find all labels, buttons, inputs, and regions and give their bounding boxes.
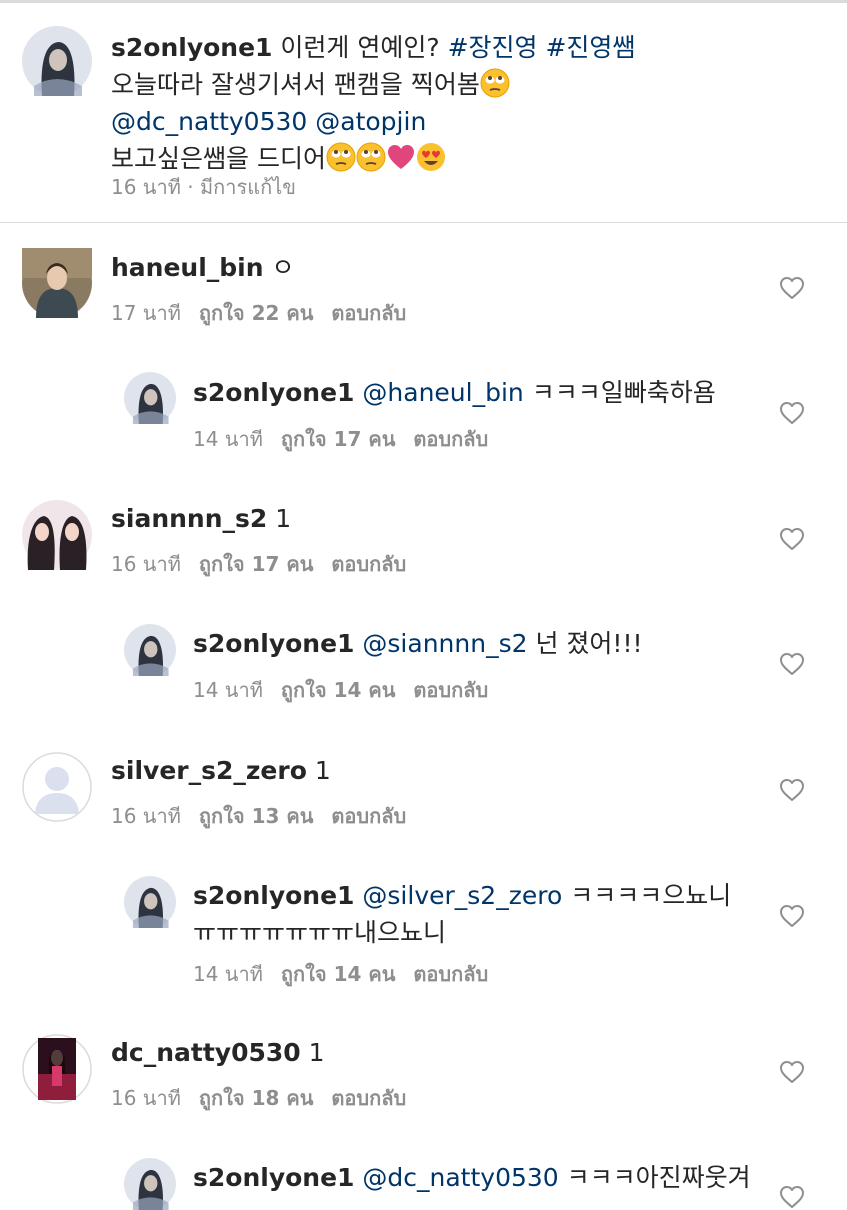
hashtag-link[interactable]: #장진영 [448, 33, 538, 62]
caption-meta: 16 นาที · มีการแก้ไข [111, 171, 296, 203]
user-photo-avatar-icon[interactable] [124, 624, 176, 676]
comment-time: 14 นาที [193, 678, 263, 702]
comment-username[interactable]: s2onlyone1 [193, 1163, 354, 1192]
comment-text: ㅋㅋㅋㅋ으뇨니 [570, 881, 732, 910]
heart-outline-icon[interactable] [779, 652, 805, 676]
meta-separator: · [187, 175, 194, 199]
comment-time: 17 นาที [111, 301, 181, 325]
comment-username[interactable]: haneul_bin [111, 253, 264, 282]
likes-count[interactable]: ถูกใจ 18 คน [199, 1086, 314, 1110]
comment-text-line-2: ㅠㅠㅠㅠㅠㅠㅠ내으뇨니 [193, 918, 447, 947]
caption-username[interactable]: s2onlyone1 [111, 33, 272, 62]
comment-time: 16 นาที [111, 552, 181, 576]
smiling-face-with-heart-eyes-emoji [416, 143, 445, 171]
likes-count[interactable]: ถูกใจ 13 คน [199, 804, 314, 828]
user-photo-avatar-icon[interactable] [124, 372, 176, 424]
user-photo-avatar-icon[interactable] [124, 1158, 176, 1210]
comment-username[interactable]: silver_s2_zero [111, 756, 307, 785]
mention-link[interactable]: @atopjin [315, 107, 426, 136]
heart-outline-icon[interactable] [779, 401, 805, 425]
user-photo-avatar-icon[interactable] [22, 500, 92, 570]
likes-count[interactable]: ถูกใจ 22 คน [199, 301, 314, 325]
caption-text: s2onlyone1 이런게 연예인? #장진영 #진영쌤 오늘따라 잘생기셔서… [111, 29, 811, 177]
reply-button[interactable]: ตอบกลับ [413, 427, 488, 451]
caption-text-part: 이런게 연예인? [280, 33, 440, 62]
comment-time: 14 นาที [193, 962, 263, 986]
mention-link[interactable]: @dc_natty0530 [362, 1163, 558, 1192]
heart-outline-icon[interactable] [779, 778, 805, 802]
heart-outline-icon[interactable] [779, 1060, 805, 1084]
heart-outline-icon[interactable] [779, 1185, 805, 1209]
user-photo-avatar-icon[interactable] [22, 1034, 92, 1104]
reply-button[interactable]: ตอบกลับ [331, 1086, 406, 1110]
reply-button[interactable]: ตอบกลับ [413, 678, 488, 702]
caption-line-3: @dc_natty0530 @atopjin [111, 103, 811, 140]
reply-button[interactable]: ตอบกลับ [413, 962, 488, 986]
reply-button[interactable]: ตอบกลับ [331, 301, 406, 325]
comment-text: ㅇ [271, 253, 295, 282]
default-avatar-icon[interactable] [22, 752, 92, 822]
caption-line-1: s2onlyone1 이런게 연예인? #장진영 #진영쌤 [111, 29, 811, 66]
comment-time: 14 นาที [193, 427, 263, 451]
comment-text: ㅋㅋㅋ일빠축하욤 [531, 378, 716, 407]
comment-time: 16 นาที [111, 1086, 181, 1110]
likes-count[interactable]: ถูกใจ 14 คน [281, 678, 396, 702]
comment-text: 1 [314, 756, 331, 785]
comment-username[interactable]: s2onlyone1 [193, 378, 354, 407]
reply-button[interactable]: ตอบกลับ [331, 552, 406, 576]
caption-text-part: 보고싶은쌤을 드디어 [111, 144, 326, 173]
likes-count[interactable]: ถูกใจ 14 คน [281, 962, 396, 986]
comment-text: 넌 졌어!!! [535, 629, 643, 658]
comment-username[interactable]: s2onlyone1 [193, 881, 354, 910]
heart-outline-icon[interactable] [779, 276, 805, 300]
likes-count[interactable]: ถูกใจ 17 คน [199, 552, 314, 576]
reply-button[interactable]: ตอบกลับ [331, 804, 406, 828]
caption-text-part: 오늘따라 잘생기셔서 팬캠을 찍어봄 [111, 70, 480, 99]
user-photo-avatar-icon[interactable] [124, 876, 176, 928]
comment-username[interactable]: dc_natty0530 [111, 1038, 301, 1067]
comment-time: 16 นาที [111, 804, 181, 828]
pink-heart-emoji [387, 145, 414, 169]
heart-outline-icon[interactable] [779, 527, 805, 551]
post-caption: s2onlyone1 이런게 연예인? #장진영 #진영쌤 오늘따라 잘생기셔서… [0, 0, 847, 223]
mention-link[interactable]: @dc_natty0530 [111, 107, 307, 136]
likes-count[interactable]: ถูกใจ 17 คน [281, 427, 396, 451]
face-with-rolling-eyes-emoji [326, 142, 356, 172]
mention-link[interactable]: @silver_s2_zero [362, 881, 562, 910]
comment-username[interactable]: s2onlyone1 [193, 629, 354, 658]
mention-link[interactable]: @siannnn_s2 [362, 629, 527, 658]
edited-label: มีการแก้ไข [199, 175, 296, 199]
mention-link[interactable]: @haneul_bin [362, 378, 523, 407]
comment-username[interactable]: siannnn_s2 [111, 504, 267, 533]
comment-text: 1 [275, 504, 292, 533]
comment-text: 1 [308, 1038, 325, 1067]
user-photo-avatar-icon[interactable] [22, 248, 92, 318]
face-with-rolling-eyes-emoji [356, 142, 386, 172]
caption-line-2: 오늘따라 잘생기셔서 팬캠을 찍어봄 [111, 66, 811, 103]
caption-time: 16 นาที [111, 175, 181, 199]
heart-outline-icon[interactable] [779, 904, 805, 928]
user-photo-avatar-icon[interactable] [22, 26, 92, 96]
comment-text: ㅋㅋㅋ아진짜웃겨 [566, 1163, 751, 1192]
hashtag-link[interactable]: #진영쌤 [545, 33, 635, 62]
face-with-rolling-eyes-emoji [479, 68, 510, 98]
